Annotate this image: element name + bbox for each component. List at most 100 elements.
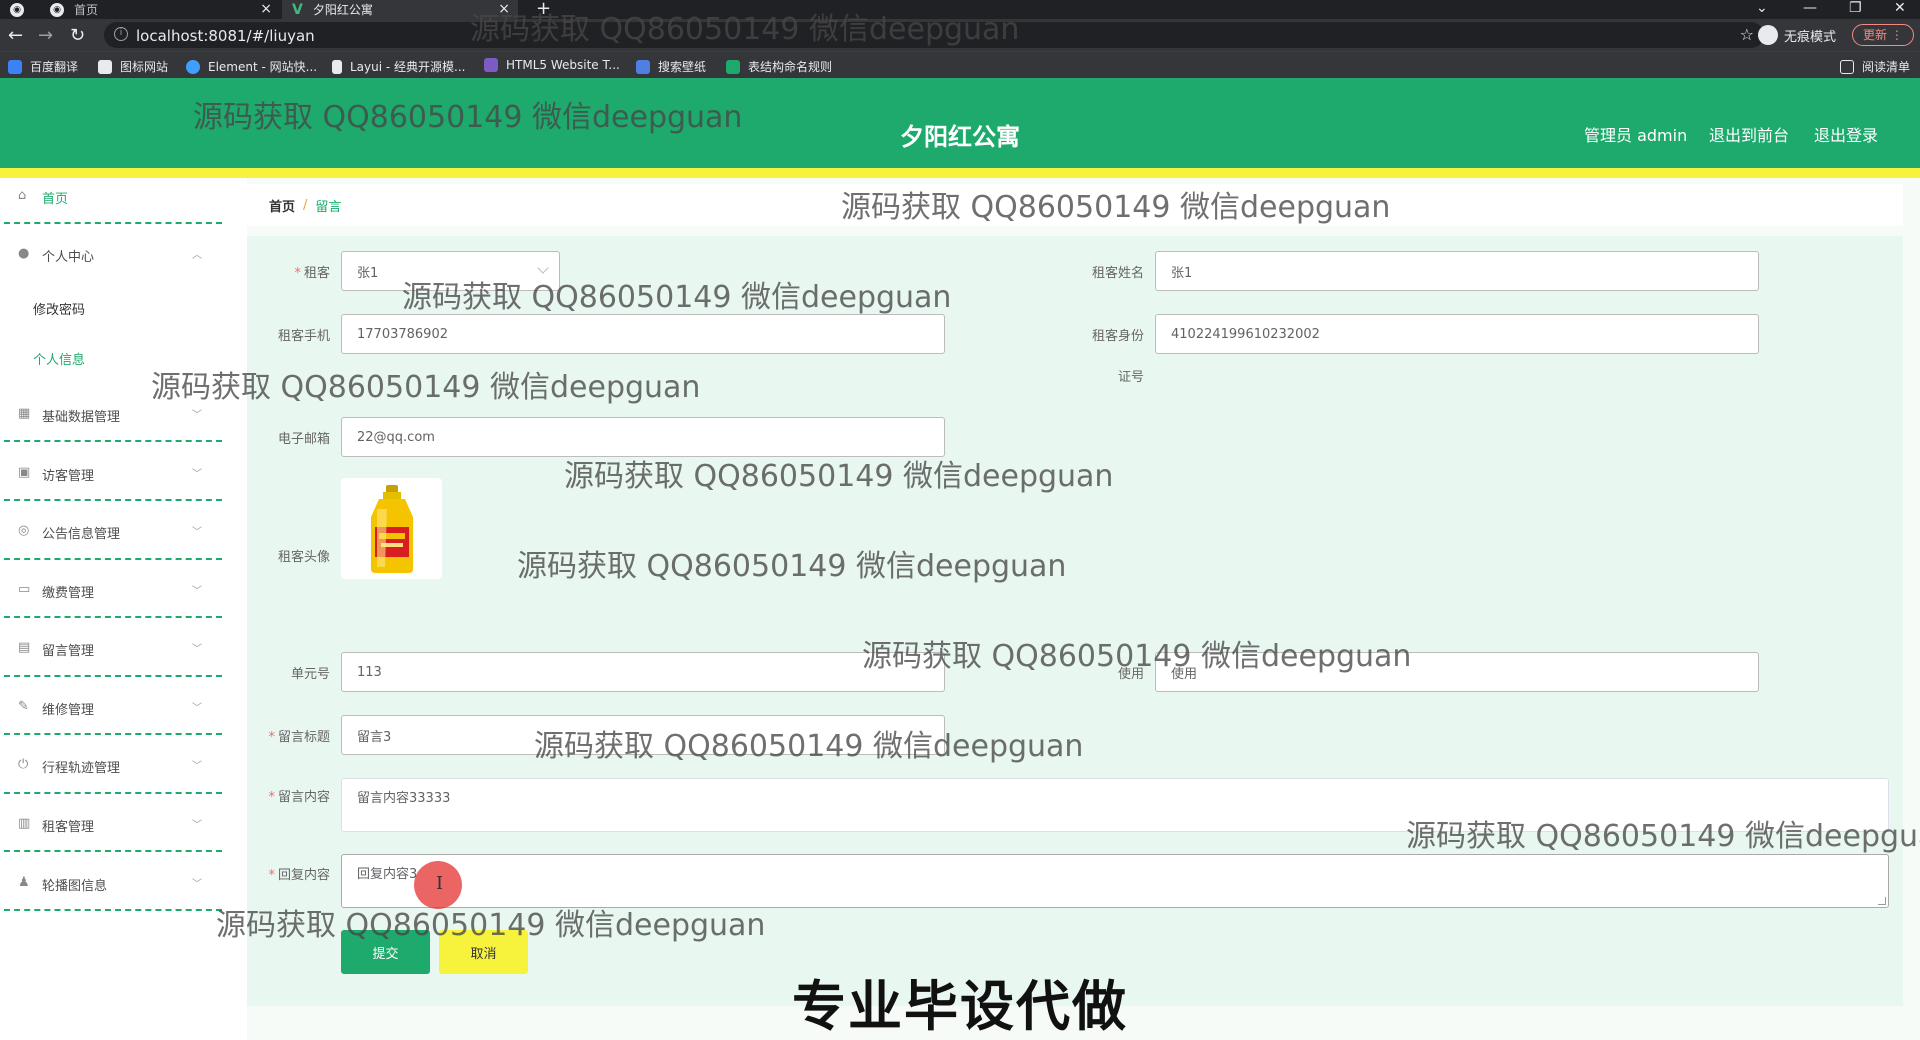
sidebar-item-label: 基础数据管理 [42,410,121,425]
submenu-change-password[interactable]: 修改密码 [33,299,85,318]
document-icon: ▥ [18,816,31,831]
exit-to-front-link[interactable]: 退出到前台 [1709,122,1789,146]
tab-home[interactable]: ◉ 首页 × [40,0,280,19]
bookmark-item[interactable]: Layui - 经典开源模... [332,58,465,75]
menu-divider [4,909,222,911]
usage-input[interactable]: 使用 [1155,652,1759,692]
bookmark-label: Element - 网站快... [208,60,318,74]
address-bar: ← → ↻ i localhost:8081/#/liuyan ☆ 无痕模式 更… [0,19,1920,51]
promo-banner: 专业毕设代做 [792,975,1128,1038]
restore-icon[interactable]: ❐ [1849,0,1862,16]
menu-divider [4,616,222,618]
incognito-icon [1758,25,1778,45]
chevron-up-icon: ︿ [192,250,202,261]
zuke-label-text: 租客 [303,266,330,281]
breadcrumb-home[interactable]: 首页 [269,196,295,215]
info-icon[interactable]: i [114,27,128,41]
bookmark-label: HTML5 Website T... [506,58,620,72]
close-icon[interactable]: × [260,1,272,17]
bookmark-item[interactable]: 图标网站 [98,58,168,75]
flag-icon [98,59,112,74]
globe-icon: ◉ [50,2,64,17]
app-header: 夕阳红公寓 管理员 admin 退出到前台 退出登录 [0,78,1920,168]
menu-divider [4,675,222,677]
chevron-down-icon: ﹀ [192,469,202,480]
person-icon: ♟ [18,875,30,890]
zuke-select-value: 张1 [357,265,379,281]
zuke-select[interactable]: 张1 [341,251,560,291]
email-label: 电子邮箱 [277,432,330,447]
minimize-icon[interactable]: — [1803,0,1817,16]
sidebar-item-label: 轮播图信息 [42,879,108,894]
zuke-phone-label: 租客手机 [277,329,330,344]
reply-content-textarea[interactable]: 回复内容3 [341,854,1889,908]
zuke-phone-value: 17703786902 [357,326,448,342]
breadcrumb: 首页 / 留言 [247,184,1903,226]
sheet-icon [726,59,740,74]
sidebar-item-label: 租客管理 [42,820,95,835]
bookmark-label: 搜索壁纸 [658,60,707,74]
browser-menu-tab[interactable]: ◉ [0,0,40,19]
url-input[interactable]: i localhost:8081/#/liuyan ☆ [104,22,1764,48]
bookmark-item[interactable]: 搜索壁纸 [636,58,706,75]
bookmark-item[interactable]: Element - 网站快... [186,58,317,75]
zuke-id-label: 租客身份 [1091,329,1144,344]
usage-label: 使用 [1117,667,1144,682]
user-icon: ● [18,246,30,261]
window-close-icon[interactable]: ✕ [1894,0,1906,16]
email-value: 22@qq.com [357,429,435,445]
forward-icon[interactable]: → [38,25,53,46]
email-input[interactable]: 22@qq.com [341,417,945,457]
home-icon: ⌂ [18,188,27,203]
msg-title-label: * 留言标题 [268,730,330,745]
logout-link[interactable]: 退出登录 [1814,122,1878,146]
zuke-name-label: 租客姓名 [1091,266,1144,281]
close-icon[interactable]: × [498,1,510,17]
bookmarks-bar: 百度翻译 图标网站 Element - 网站快... Layui - 经典开源模… [0,51,1920,78]
update-button[interactable]: 更新 ⋮ [1852,24,1914,46]
bookmark-item[interactable]: 百度翻译 [8,58,78,75]
tab-app[interactable]: V 夕阳红公寓 × [282,0,518,19]
avatar-image[interactable] [341,478,442,579]
sidebar-item-label: 行程轨迹管理 [42,761,121,776]
screen-root: { "browser": { "tabs": [ {"label": "首页",… [0,0,1920,1040]
sidebar-item-label: 访客管理 [42,469,95,484]
bookmark-label: 表结构命名规则 [748,60,833,74]
msg-content-textarea[interactable]: 留言内容33333 [341,778,1889,832]
menu-divider [4,440,222,442]
submenu-personal-info[interactable]: 个人信息 [33,349,85,368]
chevron-down-icon: ﹀ [192,527,202,538]
chevron-down-icon: ﹀ [192,879,202,890]
reading-list[interactable]: 阅读清单 [1840,58,1910,75]
breadcrumb-current: 留言 [315,199,342,215]
bookmark-item[interactable]: 表结构命名规则 [726,58,832,75]
bookmark-item[interactable]: HTML5 Website T... [484,58,620,72]
unit-input[interactable]: 113 [341,652,945,692]
chevron-down-icon: ﹀ [192,761,202,772]
sidebar-item-label: 留言管理 [42,644,95,659]
zuke-name-value: 张1 [1171,265,1193,281]
sidebar-item-label: 缴费管理 [42,586,95,601]
zuke-id-value: 410224199610232002 [1171,326,1320,342]
reply-content-label: * 回复内容 [268,868,330,883]
zuke-id-input[interactable]: 410224199610232002 [1155,314,1759,354]
back-icon[interactable]: ← [8,25,23,46]
chevron-down-icon: ﹀ [192,703,202,714]
incognito-indicator[interactable]: 无痕模式 [1758,25,1836,45]
sidebar-item-label: 公告信息管理 [42,527,121,542]
new-tab-icon[interactable]: + [536,0,551,19]
zuke-phone-input[interactable]: 17703786902 [341,314,945,354]
star-icon[interactable]: ☆ [1740,25,1754,44]
resize-handle[interactable] [1878,897,1886,905]
msg-title-input[interactable]: 留言3 [341,715,945,755]
chevron-down-icon[interactable]: ⌄ [1756,0,1768,16]
bookmark-label: Layui - 经典开源模... [350,60,466,74]
tab-home-label: 首页 [74,3,99,17]
layui-icon [332,59,342,74]
chat-icon: ▭ [18,582,31,597]
breadcrumb-separator: / [303,197,308,213]
oil-bottle-image [370,484,413,573]
zuke-name-input[interactable]: 张1 [1155,251,1759,291]
reload-icon[interactable]: ↻ [70,25,85,46]
power-icon: ⏻ [18,757,29,772]
